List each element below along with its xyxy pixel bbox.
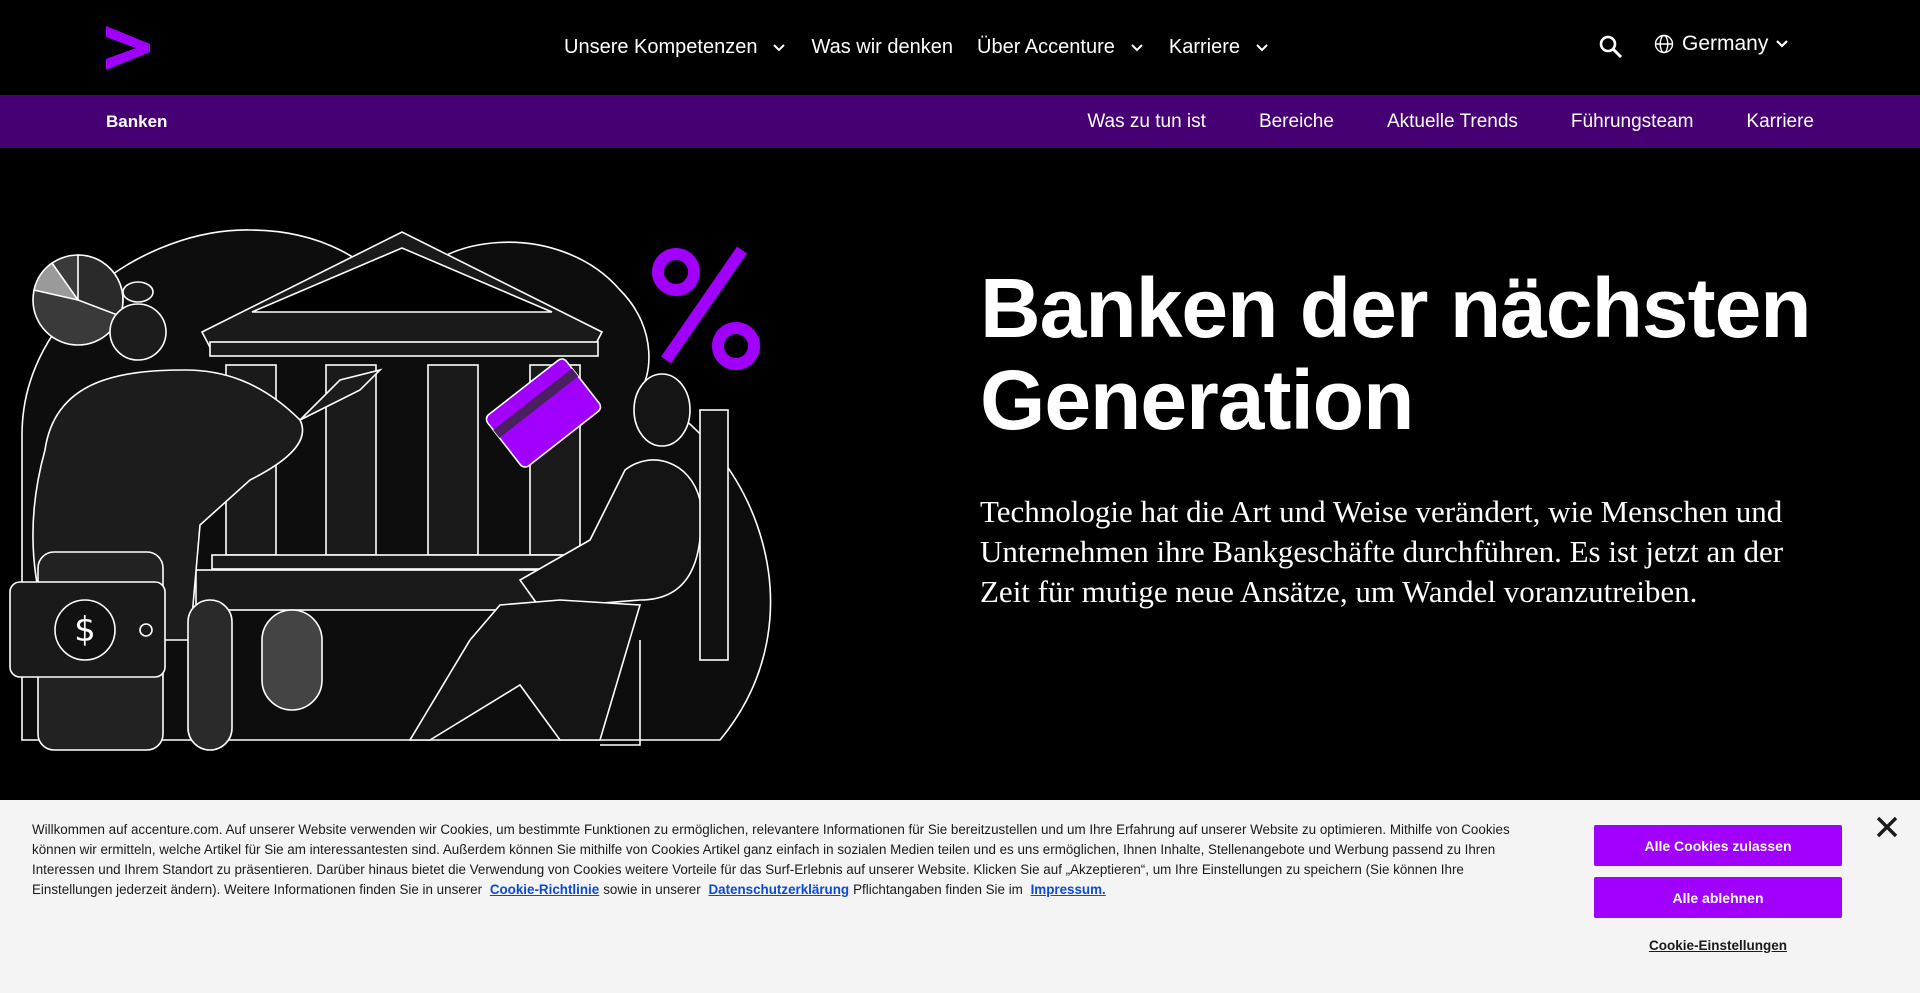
country-selector[interactable]: Germany bbox=[1654, 32, 1790, 56]
cookie-text-tail: Pflichtangaben finden Sie im bbox=[853, 882, 1023, 897]
accenture-logo-icon[interactable] bbox=[104, 26, 150, 70]
nav-item-kompetenzen[interactable]: Unsere Kompetenzen bbox=[564, 36, 787, 59]
subnav-links: Was zu tun ist Bereiche Aktuelle Trends … bbox=[1034, 95, 1814, 148]
close-icon[interactable] bbox=[1874, 814, 1900, 840]
hero-title-line2: Generation bbox=[980, 353, 1414, 447]
subnav-link-karriere[interactable]: Karriere bbox=[1746, 111, 1814, 133]
nav-item-label: Karriere bbox=[1168, 36, 1240, 58]
reject-all-cookies-button[interactable]: Alle ablehnen bbox=[1594, 877, 1842, 918]
subnav-title[interactable]: Banken bbox=[106, 95, 167, 148]
cookie-text-mid: sowie in unserer bbox=[603, 882, 701, 897]
hero-description: Technologie hat die Art und Weise veränd… bbox=[980, 494, 1784, 609]
cookie-settings-link[interactable]: Cookie-Einstellungen bbox=[1594, 938, 1842, 953]
country-label: Germany bbox=[1682, 32, 1769, 55]
cookie-banner: Willkommen auf accenture.com. Auf unsere… bbox=[0, 800, 1920, 993]
nav-item-karriere[interactable]: Karriere bbox=[1169, 36, 1270, 59]
globe-icon bbox=[1654, 34, 1674, 54]
nav-item-label: Über Accenture bbox=[977, 36, 1115, 58]
privacy-policy-link[interactable]: Datenschutzerklärung bbox=[708, 882, 849, 897]
search-icon[interactable] bbox=[1598, 34, 1624, 60]
subnav-link-fuehrungsteam[interactable]: Führungsteam bbox=[1571, 111, 1694, 133]
svg-text:$: $ bbox=[74, 610, 96, 650]
subnav-link-bereiche[interactable]: Bereiche bbox=[1259, 111, 1334, 133]
nav-item-label: Unsere Kompetenzen bbox=[564, 36, 758, 58]
chevron-down-icon bbox=[773, 43, 786, 51]
cookie-text: Willkommen auf accenture.com. Auf unsere… bbox=[32, 820, 1532, 900]
chevron-down-icon bbox=[1131, 43, 1143, 51]
subnav-link-aktuelle-trends[interactable]: Aktuelle Trends bbox=[1387, 111, 1518, 133]
hero-title-line1: Banken der nächsten bbox=[980, 261, 1812, 355]
nav-item-was-wir-denken[interactable]: Was wir denken bbox=[811, 36, 953, 59]
accept-all-cookies-button[interactable]: Alle Cookies zulassen bbox=[1594, 825, 1842, 866]
top-navigation: Unsere Kompetenzen Was wir denken Über A… bbox=[0, 0, 1920, 95]
section-subnav: Banken Was zu tun ist Bereiche Aktuelle … bbox=[0, 95, 1920, 148]
chevron-down-icon bbox=[1776, 40, 1789, 48]
nav-item-label: Was wir denken bbox=[811, 36, 953, 58]
banking-illustration: $ bbox=[9, 229, 772, 751]
nav-item-ueber-accenture[interactable]: Über Accenture bbox=[977, 36, 1145, 59]
imprint-link[interactable]: Impressum. bbox=[1031, 882, 1106, 897]
percent-icon bbox=[652, 246, 760, 370]
subnav-link-was-zu-tun-ist[interactable]: Was zu tun ist bbox=[1087, 111, 1206, 133]
cookie-policy-link[interactable]: Cookie-Richtlinie bbox=[490, 882, 599, 897]
hero-title: Banken der nächsten Generation bbox=[980, 262, 1840, 446]
chevron-down-icon bbox=[1256, 43, 1268, 51]
main-nav: Unsere Kompetenzen Was wir denken Über A… bbox=[564, 0, 1294, 95]
